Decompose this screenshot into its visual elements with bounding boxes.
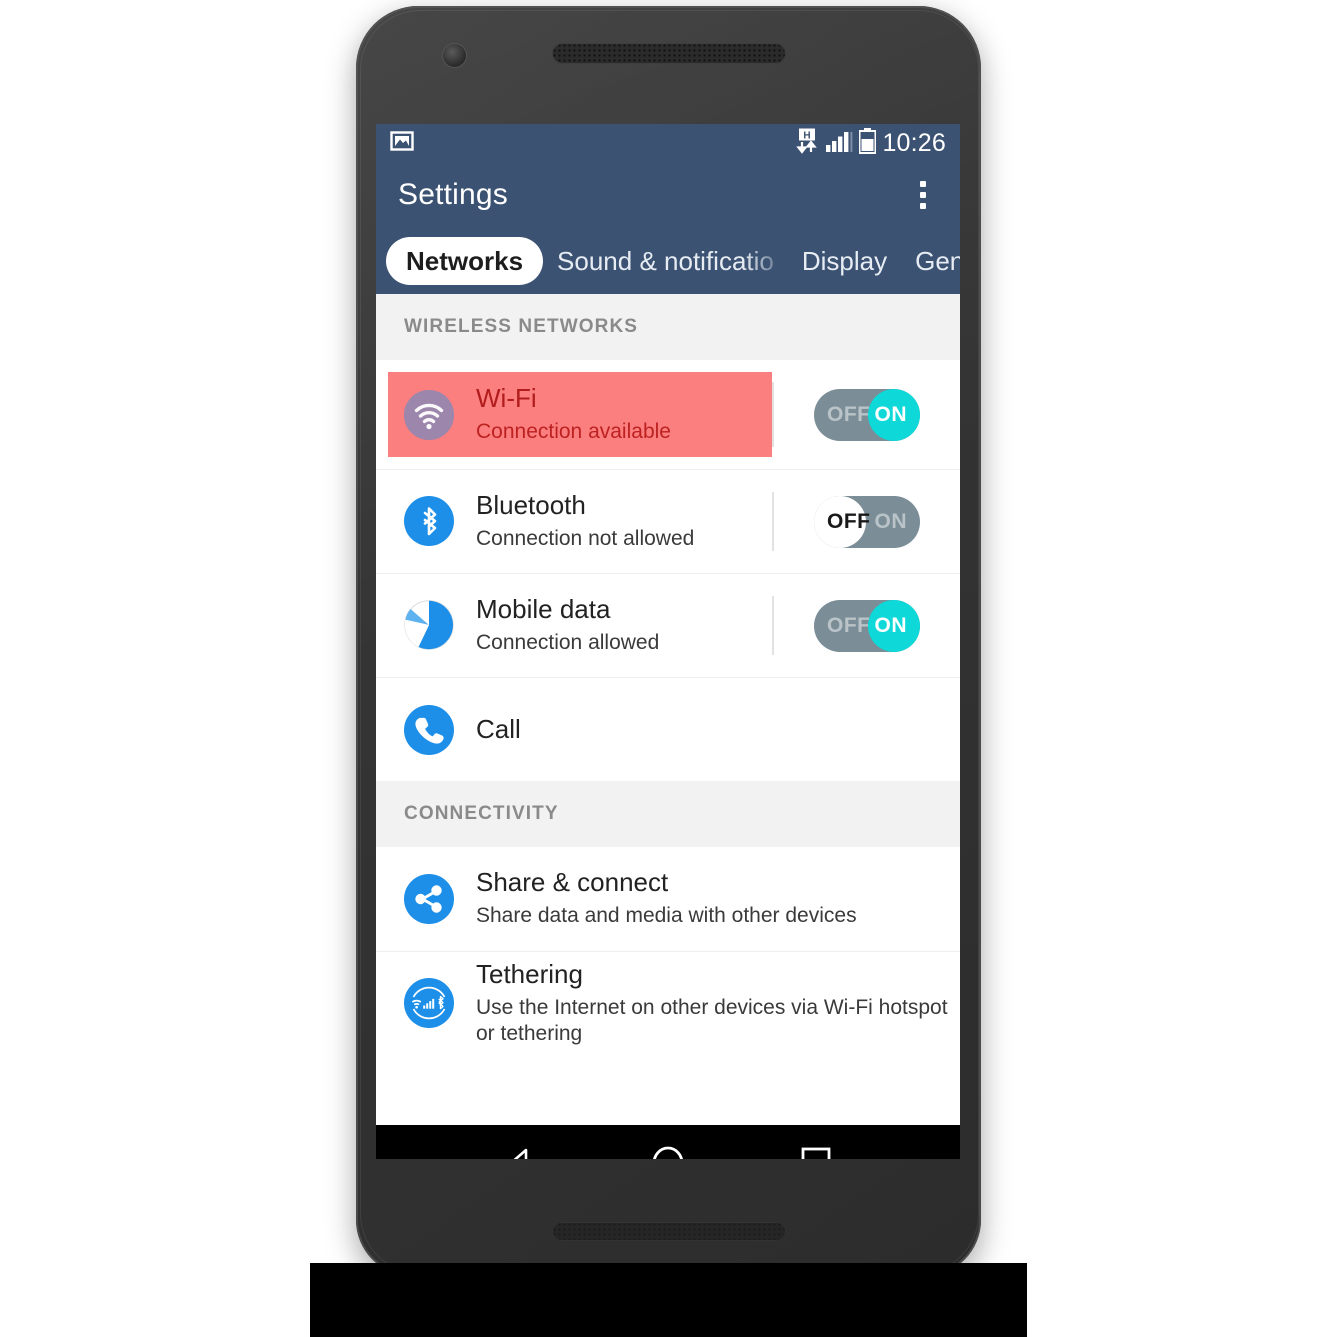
hsdpa-data-icon: H — [795, 128, 819, 159]
list-item-bluetooth[interactable]: Bluetooth Connection not allowed OFF ON — [376, 469, 960, 573]
list-item-title: Mobile data — [476, 593, 611, 624]
tab-display[interactable]: Display — [788, 248, 901, 274]
phone-screen: H 10:26 Settings Networks Sound & notifi… — [376, 124, 960, 1159]
list-item-subtitle: Use the Internet on other devices via Wi… — [476, 995, 948, 1045]
page-title: Settings — [398, 178, 508, 211]
list-item-subtitle: Share data and media with other devices — [476, 904, 857, 928]
mobile-data-main[interactable]: Mobile data Connection allowed — [376, 593, 772, 656]
list-item-subtitle: Connection not allowed — [476, 526, 695, 550]
list-item-title: Share & connect — [476, 867, 669, 898]
toggle-off-label: OFF — [827, 613, 871, 637]
wifi-toggle[interactable]: OFF ON — [814, 388, 920, 441]
earpiece-speaker-grille — [552, 43, 786, 64]
call-text: Call — [476, 713, 521, 745]
call-main[interactable]: Call — [376, 704, 960, 755]
list-item-subtitle: Connection allowed — [476, 630, 660, 654]
signal-bars-icon — [825, 129, 853, 158]
mobile-data-text: Mobile data Connection allowed — [476, 593, 660, 656]
battery-icon — [858, 127, 877, 159]
share-and-connect-text: Share & connect Share data and media wit… — [476, 868, 857, 929]
wifi-selection-highlight[interactable]: Wi-Fi Connection available — [388, 372, 773, 457]
tethering-icon — [404, 978, 454, 1029]
svg-text:H: H — [804, 130, 811, 141]
app-bar: Settings — [376, 162, 960, 228]
overflow-dot — [920, 203, 926, 209]
section-header-connectivity: CONNECTIVITY — [376, 781, 960, 847]
list-item-call[interactable]: Call — [376, 677, 960, 781]
toggle-on-label: ON — [874, 613, 907, 637]
wifi-toggle-cell: OFF ON — [774, 388, 960, 441]
tab-sound-and-notification[interactable]: Sound & notificatio — [543, 248, 788, 274]
bluetooth-icon — [404, 496, 454, 547]
status-bar-left — [390, 129, 414, 158]
back-button[interactable] — [485, 1128, 555, 1159]
status-bar-right: H 10:26 — [795, 127, 946, 159]
bluetooth-toggle-cell: OFF ON — [774, 495, 960, 548]
list-item-mobile-data[interactable]: Mobile data Connection allowed OFF ON — [376, 573, 960, 677]
tab-general[interactable]: General — [901, 248, 960, 274]
share-icon — [404, 873, 454, 924]
list-item-title: Bluetooth — [476, 489, 586, 520]
wifi-text: Wi-Fi Connection available — [476, 382, 671, 445]
settings-list: WIRELESS NETWORKS Wi-Fi Connection avail… — [376, 294, 960, 1125]
status-bar-clock: 10:26 — [882, 128, 946, 157]
pie-chart-icon — [404, 600, 454, 651]
toggle-on-label: ON — [874, 509, 907, 533]
device-bottom-shadow — [310, 1263, 1027, 1337]
phone-icon — [404, 704, 454, 755]
mobile-data-toggle[interactable]: OFF ON — [814, 599, 920, 652]
toggle-off-label: OFF — [827, 402, 871, 426]
bluetooth-main[interactable]: Bluetooth Connection not allowed — [376, 489, 772, 552]
home-button[interactable] — [633, 1128, 703, 1159]
overflow-dot — [920, 192, 926, 198]
mobile-data-toggle-cell: OFF ON — [774, 599, 960, 652]
recents-button[interactable] — [781, 1128, 851, 1159]
image-icon — [390, 129, 414, 158]
status-bar: H 10:26 — [376, 124, 960, 162]
list-item-share-and-connect[interactable]: Share & connect Share data and media wit… — [376, 847, 960, 951]
list-item-title: Call — [476, 713, 521, 744]
tethering-main[interactable]: Tethering Use the Internet on other devi… — [376, 958, 960, 1047]
tab-bar: Networks Sound & notificatio Display Gen… — [376, 228, 960, 294]
toggle-on-label: ON — [874, 402, 907, 426]
tab-networks[interactable]: Networks — [386, 237, 544, 285]
list-item-wifi[interactable]: Wi-Fi Connection available OFF ON — [376, 360, 960, 469]
toggle-off-label: OFF — [827, 509, 871, 533]
bottom-speaker-grille — [552, 1222, 786, 1241]
bluetooth-toggle[interactable]: OFF ON — [814, 495, 920, 548]
bluetooth-text: Bluetooth Connection not allowed — [476, 489, 695, 552]
list-item-title: Wi-Fi — [476, 382, 537, 413]
overflow-menu-icon[interactable] — [908, 173, 938, 217]
list-item-tethering[interactable]: Tethering Use the Internet on other devi… — [376, 951, 960, 1055]
front-camera-icon — [443, 44, 466, 67]
wifi-icon — [404, 389, 454, 440]
overflow-dot — [920, 181, 926, 187]
tethering-text: Tethering Use the Internet on other devi… — [476, 958, 960, 1047]
share-and-connect-main[interactable]: Share & connect Share data and media wit… — [376, 868, 960, 929]
list-item-subtitle: Connection available — [476, 419, 671, 443]
section-header-wireless-networks: WIRELESS NETWORKS — [376, 294, 960, 360]
android-navigation-bar — [376, 1125, 960, 1159]
list-item-title: Tethering — [476, 958, 583, 989]
